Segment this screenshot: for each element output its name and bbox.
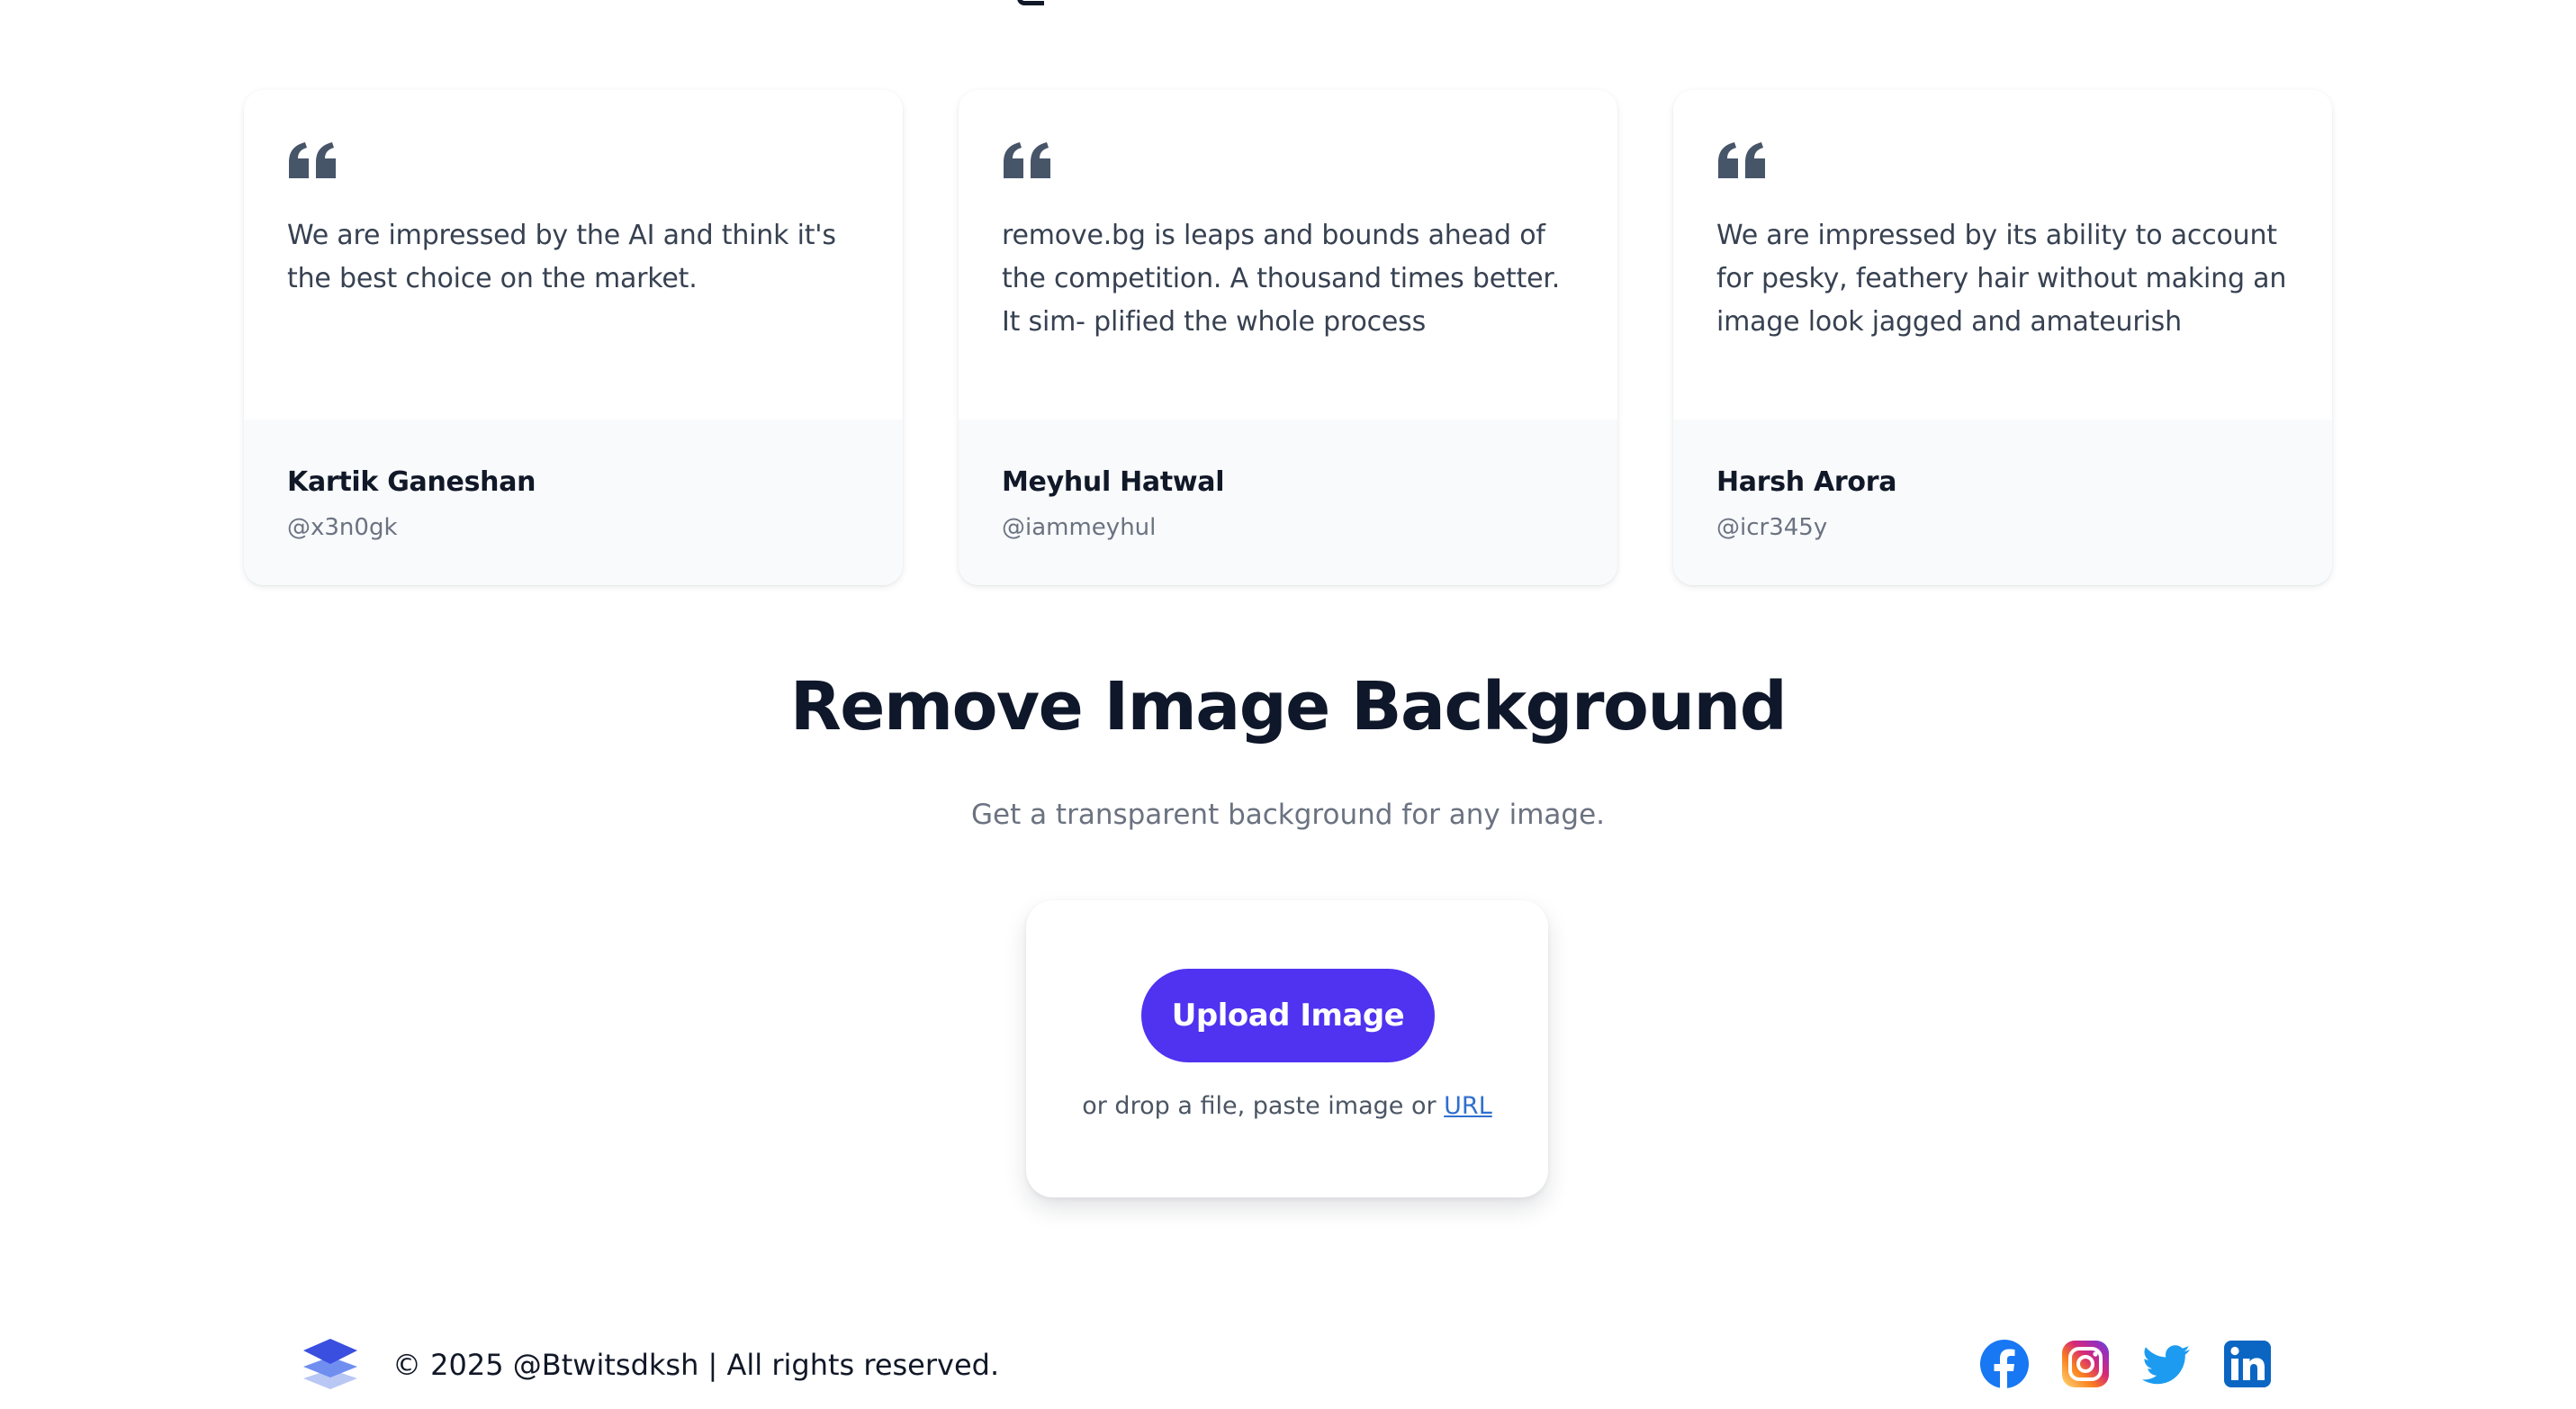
quote-icon [1718, 142, 1765, 178]
author-handle: @icr345y [1716, 514, 1828, 541]
upload-dropzone[interactable]: Upload Image or drop a file, paste image… [1026, 900, 1548, 1197]
author-name: Harsh Arora [1716, 466, 1897, 498]
footer: © 2025 @Btwitsdksh | All rights reserved… [302, 1335, 2273, 1395]
page: We are impressed by the AI and think it'… [0, 0, 2576, 1409]
upload-hint-text: or drop a file, paste image or [1082, 1092, 1437, 1120]
layers-logo-icon [303, 1339, 357, 1389]
author-name: Kartik Ganeshan [287, 466, 536, 498]
remove-bg-subtitle: Get a transparent background for any ima… [970, 799, 1606, 831]
remove-bg-title: Remove Image Background [789, 668, 1788, 745]
author-handle: @x3n0gk [287, 514, 398, 541]
social-links [1979, 1339, 2273, 1389]
testimonial-text: remove.bg is leaps and bounds ahead of t… [1002, 220, 1561, 338]
testimonial-text: We are impressed by the AI and think it'… [287, 220, 836, 294]
instagram-icon[interactable] [2060, 1339, 2111, 1389]
testimonial-card: remove.bg is leaps and bounds ahead of t… [959, 90, 1617, 585]
testimonial-author: Harsh Arora @icr345y [1673, 420, 2332, 585]
facebook-icon[interactable] [1979, 1339, 2030, 1389]
quote-icon [1004, 142, 1050, 178]
testimonial-body: We are impressed by the AI and think it'… [244, 90, 903, 420]
url-link[interactable]: URL [1444, 1092, 1492, 1120]
testimonial-author: Kartik Ganeshan @x3n0gk [244, 420, 903, 585]
testimonial-body: remove.bg is leaps and bounds ahead of t… [959, 90, 1617, 420]
twitter-icon[interactable] [2141, 1339, 2192, 1389]
upload-hint: or drop a file, paste image or URL [1026, 1092, 1548, 1120]
testimonial-author: Meyhul Hatwal @iammeyhul [959, 420, 1617, 585]
upload-image-button[interactable]: Upload Image [1141, 969, 1435, 1062]
testimonial-body: We are impressed by its ability to accou… [1673, 90, 2332, 420]
testimonial-card: We are impressed by the AI and think it'… [244, 90, 903, 585]
testimonial-text: We are impressed by its ability to accou… [1716, 220, 2287, 338]
author-name: Meyhul Hatwal [1002, 466, 1225, 498]
section-heading-fragment [1017, 0, 1044, 5]
linkedin-icon[interactable] [2222, 1339, 2273, 1389]
quote-icon [289, 142, 336, 178]
testimonials-section: We are impressed by the AI and think it'… [244, 90, 2333, 585]
testimonial-card: We are impressed by its ability to accou… [1673, 90, 2332, 585]
copyright-text: © 2025 @Btwitsdksh | All rights reserved… [392, 1348, 1000, 1382]
author-handle: @iammeyhul [1002, 514, 1157, 541]
